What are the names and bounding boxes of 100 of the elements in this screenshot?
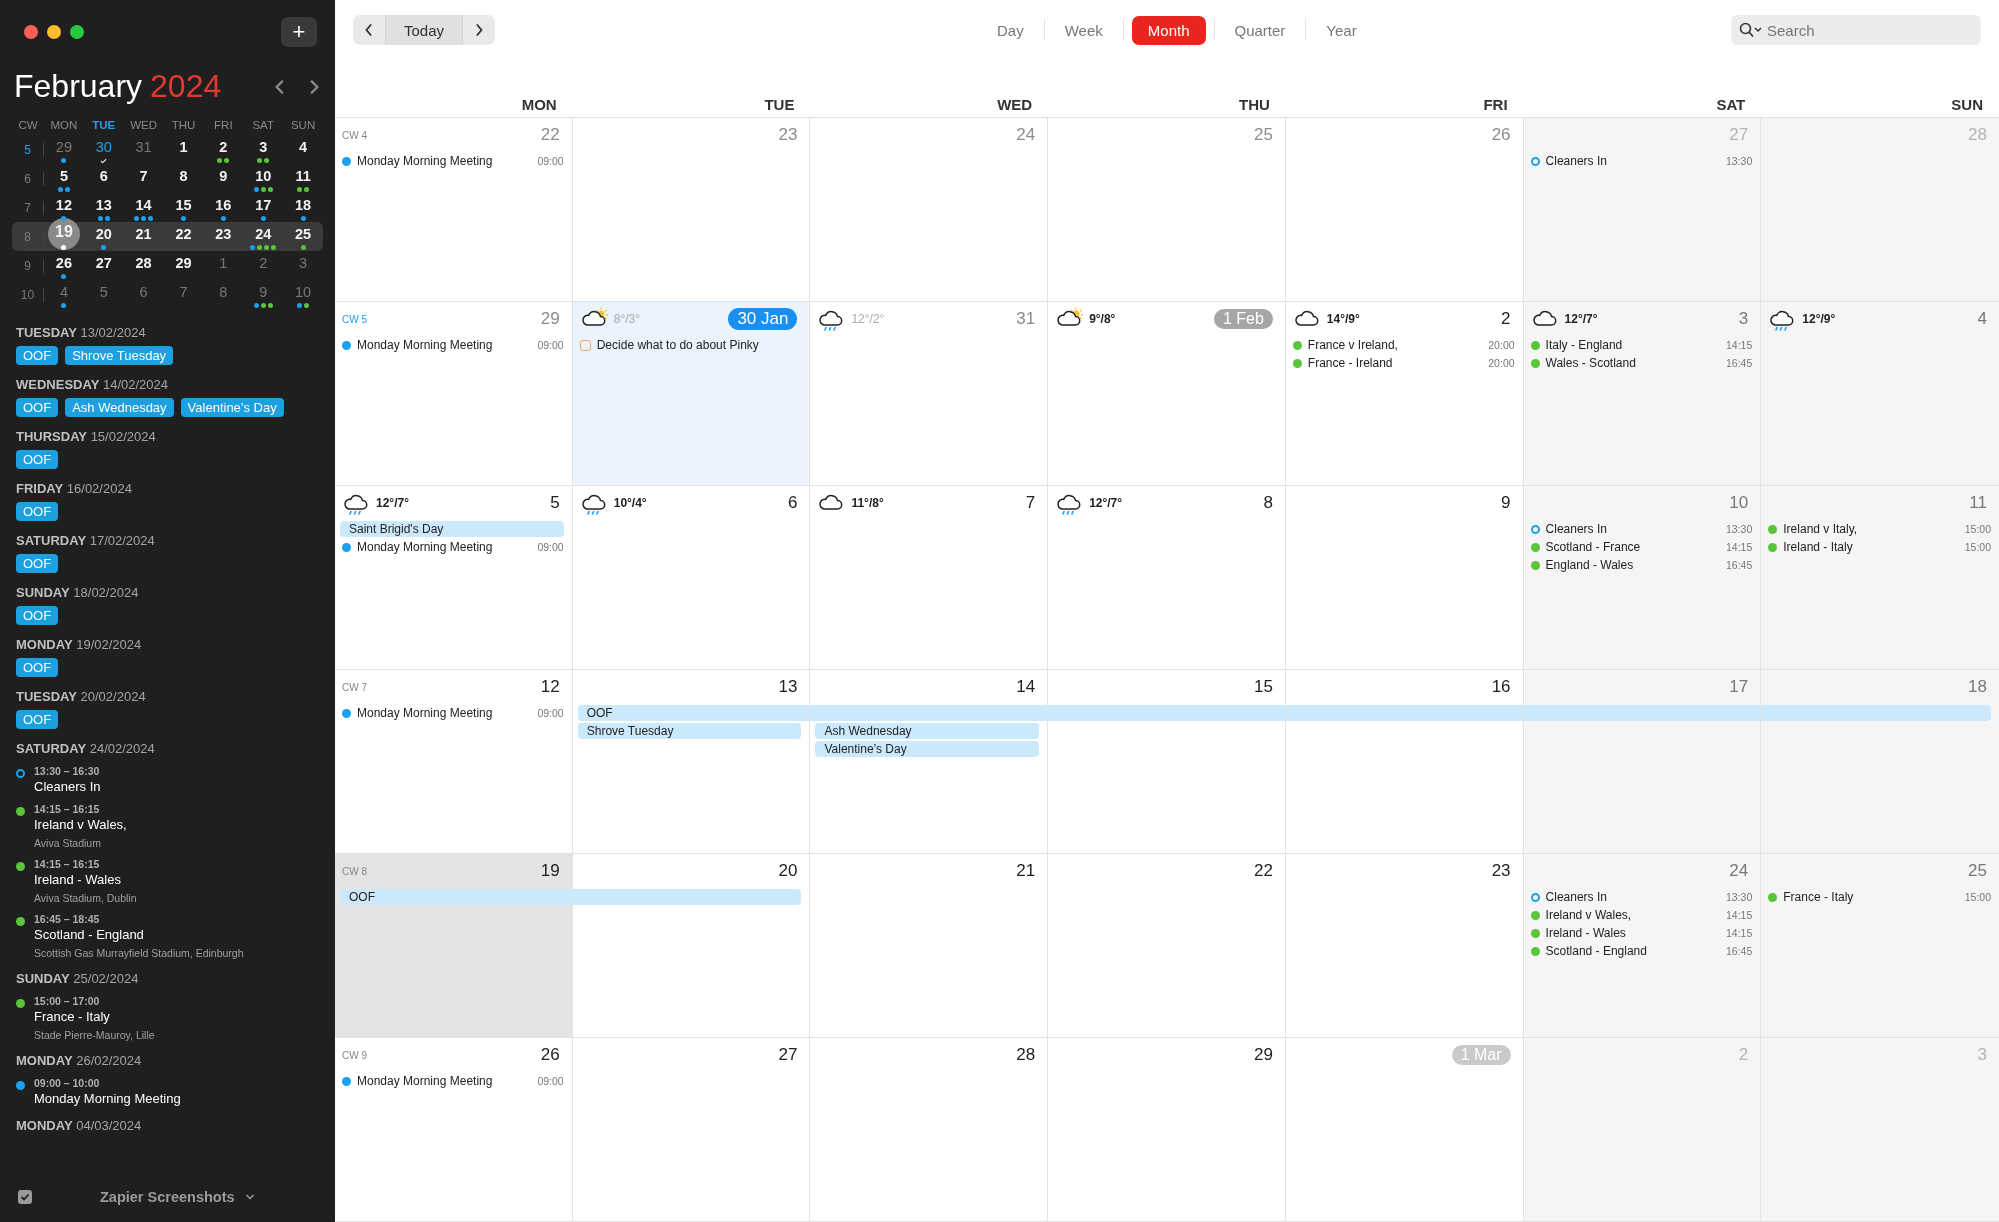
day-number[interactable]: 5 <box>88 281 119 302</box>
day-number[interactable]: 9 <box>208 165 239 186</box>
day-number[interactable]: 2 <box>208 136 239 157</box>
day-number[interactable]: 17 <box>248 194 279 215</box>
calendar-event[interactable]: Ireland v Wales, 14:15 <box>1530 906 1753 924</box>
day-number[interactable]: 10 <box>248 165 279 186</box>
day-number[interactable]: 14 <box>128 194 159 215</box>
week-row[interactable]: 9 26 27 28 29 1 2 3 <box>12 251 323 280</box>
day-cell[interactable]: 29 <box>1048 1038 1286 1221</box>
day-cell[interactable]: 20 <box>572 854 811 1037</box>
day-number[interactable]: 13 <box>88 194 119 215</box>
day-number[interactable]: 4 <box>48 281 79 302</box>
day-cell[interactable]: 21 <box>810 854 1049 1037</box>
calendar-event[interactable]: Ireland - Italy 15:00 <box>1768 538 1991 556</box>
day-number[interactable]: 27 <box>88 252 119 273</box>
calendar-event[interactable]: Monday Morning Meeting 09:00 <box>342 538 564 556</box>
calendar-event[interactable]: Monday Morning Meeting 09:00 <box>342 152 564 170</box>
day-cell[interactable]: 11°/8° 7 <box>810 486 1049 669</box>
calendar-event[interactable]: Decide what to do about Pinky <box>579 336 802 354</box>
day-number[interactable]: 18 <box>288 194 319 215</box>
caret-icon[interactable] <box>244 1194 255 1200</box>
day-number[interactable]: 26 <box>48 252 79 273</box>
day-number[interactable]: 10 <box>288 281 319 302</box>
day-number[interactable]: 6 <box>128 281 159 302</box>
window-close-button[interactable] <box>24 25 38 39</box>
day-cell[interactable]: CW 4 22 Monday Morning Meeting 09:00 <box>335 118 573 301</box>
calendar-event[interactable]: Scotland - England 16:45 <box>1530 942 1753 960</box>
calendar-event[interactable]: Ireland - Wales 14:15 <box>1530 924 1753 942</box>
day-number[interactable]: 20 <box>88 223 119 244</box>
day-number[interactable]: 3 <box>288 252 319 273</box>
day-cell[interactable]: 12°/7° 5 Saint Brigid's Day Monday Morning Meeting 09:00 <box>335 486 573 669</box>
calendar-event[interactable]: Cleaners In 13:30 <box>1530 520 1753 538</box>
day-cell[interactable]: 25 France - Italy 15:00 <box>1761 854 1999 1037</box>
view-tab[interactable]: Year <box>1314 15 1369 45</box>
view-tab[interactable]: Quarter <box>1222 15 1298 45</box>
day-cell[interactable]: 28 <box>810 1038 1049 1221</box>
day-cell[interactable]: 26 <box>1285 118 1524 301</box>
day-cell[interactable]: 12°/7° 3 Italy - England 14:15 Wales - Scotland 16:45 <box>1523 302 1762 485</box>
calendar-event[interactable]: Monday Morning Meeting 09:00 <box>342 1072 564 1090</box>
view-tab[interactable]: Week <box>1052 15 1115 45</box>
day-cell[interactable]: 9 <box>1285 486 1524 669</box>
day-cell[interactable]: 13 OOF Shrove Tuesday <box>572 670 811 853</box>
day-number[interactable]: 1 <box>168 136 199 157</box>
all-day-event-bar[interactable]: Ash Wednesday <box>815 723 1040 739</box>
day-cell[interactable]: 10 Cleaners In 13:30 Scotland - France 14:15 England - Wales 16:45 <box>1523 486 1762 669</box>
day-number[interactable]: 7 <box>168 281 199 302</box>
day-number[interactable]: 29 <box>48 136 79 157</box>
calendar-event[interactable]: Cleaners In 13:30 <box>1530 888 1753 906</box>
day-cell[interactable]: 9°/8° 1 Feb <box>1048 302 1286 485</box>
event-title[interactable]: Ireland v Wales, <box>34 817 127 832</box>
calendar-event[interactable]: France v Ireland, 20:00 <box>1292 336 1515 354</box>
calendar-event[interactable]: Scotland - France 14:15 <box>1530 538 1753 556</box>
day-cell[interactable]: 22 <box>1048 854 1286 1037</box>
day-number[interactable]: 15 <box>168 194 199 215</box>
day-cell[interactable]: 11 Ireland v Italy, 15:00 Ireland - Italy 15:00 <box>1761 486 1999 669</box>
day-number[interactable]: 6 <box>88 165 119 186</box>
day-number[interactable]: 23 <box>208 223 239 244</box>
day-number[interactable]: 1 <box>208 252 239 273</box>
day-number[interactable]: 3 <box>248 136 279 157</box>
calendar-event[interactable]: Italy - England 14:15 <box>1530 336 1753 354</box>
day-cell[interactable]: 14°/9° 2 France v Ireland, 20:00 France - Ireland 20:00 <box>1285 302 1524 485</box>
calendar-event[interactable]: Ireland v Italy, 15:00 <box>1768 520 1991 538</box>
day-cell[interactable]: CW 9 26 Monday Morning Meeting 09:00 <box>335 1038 573 1221</box>
day-cell[interactable]: 14 Ash Wednesday Valentine’s Day <box>810 670 1049 853</box>
event-title[interactable]: Cleaners In <box>34 779 101 794</box>
week-row[interactable]: 10 4 5 6 7 8 9 10 <box>12 280 323 309</box>
calendar-event[interactable]: Monday Morning Meeting 09:00 <box>342 704 564 722</box>
day-cell[interactable]: 27 Cleaners In 13:30 <box>1523 118 1762 301</box>
day-number[interactable]: 29 <box>168 252 199 273</box>
all-day-event-bar[interactable]: Valentine’s Day <box>815 741 1040 757</box>
view-tab[interactable]: Month <box>1131 15 1206 45</box>
all-day-event-bar[interactable]: Shrove Tuesday <box>577 723 802 739</box>
day-cell[interactable]: CW 5 29 Monday Morning Meeting 09:00 <box>335 302 573 485</box>
day-cell[interactable]: 27 <box>572 1038 811 1221</box>
day-cell[interactable]: 12°/9° 4 <box>1761 302 1999 485</box>
add-event-button[interactable]: + <box>281 17 317 47</box>
day-number[interactable]: 25 <box>288 223 319 244</box>
day-cell[interactable]: CW 8 19 OOF <box>335 854 573 1037</box>
day-cell[interactable]: 23 <box>1285 854 1524 1037</box>
day-number[interactable]: 11 <box>288 165 319 186</box>
window-minimize-button[interactable] <box>47 25 61 39</box>
day-cell[interactable]: CW 7 12 Monday Morning Meeting 09:00 <box>335 670 573 853</box>
search-field[interactable]: Search <box>1731 15 1981 45</box>
calendar-set-label[interactable]: Zapier Screenshots <box>100 1189 235 1205</box>
event-title[interactable]: Monday Morning Meeting <box>34 1091 181 1106</box>
day-number[interactable]: 24 <box>248 223 279 244</box>
day-number[interactable]: 9 <box>248 281 279 302</box>
event-title[interactable]: Scotland - England <box>34 927 244 942</box>
calendar-event[interactable]: France - Italy 15:00 <box>1768 888 1991 906</box>
week-row[interactable]: 6 5 6 7 8 9 10 11 <box>12 164 323 193</box>
day-number[interactable]: 4 <box>288 136 319 157</box>
day-number[interactable]: 21 <box>128 223 159 244</box>
day-cell[interactable]: 15 <box>1048 670 1286 853</box>
day-cell[interactable]: 17 <box>1523 670 1762 853</box>
calendar-event[interactable]: Cleaners In 13:30 <box>1530 152 1753 170</box>
week-row[interactable]: 5 29 30 31 1 2 3 4 <box>12 135 323 164</box>
all-day-event-bar[interactable]: OOF <box>340 889 572 905</box>
calendar-event[interactable]: Monday Morning Meeting 09:00 <box>342 336 564 354</box>
today-button[interactable]: Today <box>385 15 464 45</box>
day-number[interactable]: 5 <box>48 165 79 186</box>
